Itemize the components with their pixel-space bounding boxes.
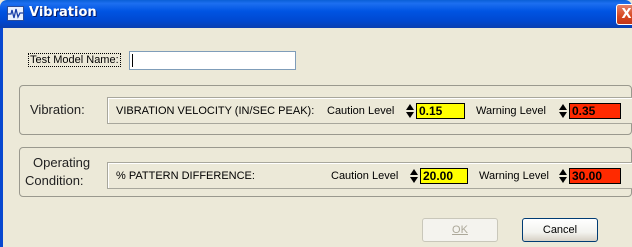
spin-down-icon[interactable]	[406, 112, 414, 118]
vibration-caution-label: Caution Level	[327, 105, 395, 117]
test-model-name-input[interactable]	[129, 51, 296, 70]
test-model-label: Test Model Name:	[28, 53, 121, 67]
operating-condition-group: Operating Condition: % PATTERN DIFFERENC…	[19, 147, 632, 197]
cancel-button[interactable]: Cancel	[522, 218, 598, 242]
spin-up-icon[interactable]	[406, 104, 414, 110]
waveform-icon	[7, 6, 24, 21]
vibration-group: Vibration: VIBRATION VELOCITY (IN/SEC PE…	[19, 85, 632, 135]
operating-caution-spinner[interactable]	[409, 168, 419, 184]
window-frame	[0, 28, 3, 247]
operating-warning-label: Warning Level	[479, 170, 549, 182]
window-title: Vibration	[29, 5, 97, 20]
spin-up-icon[interactable]	[559, 104, 567, 110]
vibration-warning-value[interactable]: 0.35	[569, 103, 621, 119]
operating-warning-value[interactable]: 30.00	[569, 168, 621, 184]
operating-measure-label: % PATTERN DIFFERENCE:	[116, 170, 255, 182]
vibration-warning-label: Warning Level	[476, 105, 546, 117]
spin-down-icon[interactable]	[559, 112, 567, 118]
title-bar[interactable]: Vibration X	[0, 0, 632, 28]
vibration-caution-value[interactable]: 0.15	[416, 103, 465, 119]
ok-button[interactable]: OK	[422, 218, 498, 242]
close-icon[interactable]: X	[616, 4, 632, 25]
operating-caution-value[interactable]: 20.00	[420, 168, 468, 184]
operating-group-label-line1: Operating	[33, 155, 91, 170]
vibration-warning-spinner[interactable]	[558, 103, 568, 119]
spin-down-icon[interactable]	[559, 177, 567, 183]
vibration-caution-spinner[interactable]	[405, 103, 415, 119]
spin-up-icon[interactable]	[559, 169, 567, 175]
operating-group-label-line2: Condition:	[25, 173, 84, 188]
vibration-settings-box: VIBRATION VELOCITY (IN/SEC PEAK): Cautio…	[107, 97, 632, 124]
spin-down-icon[interactable]	[410, 177, 418, 183]
ok-button-label: OK	[452, 224, 468, 236]
operating-settings-box: % PATTERN DIFFERENCE: Caution Level 20.0…	[107, 162, 632, 189]
vibration-measure-label: VIBRATION VELOCITY (IN/SEC PEAK):	[116, 105, 315, 117]
operating-warning-spinner[interactable]	[558, 168, 568, 184]
vibration-group-label: Vibration:	[30, 102, 85, 117]
spin-up-icon[interactable]	[410, 169, 418, 175]
operating-caution-label: Caution Level	[331, 170, 399, 182]
text-caret	[132, 54, 133, 67]
